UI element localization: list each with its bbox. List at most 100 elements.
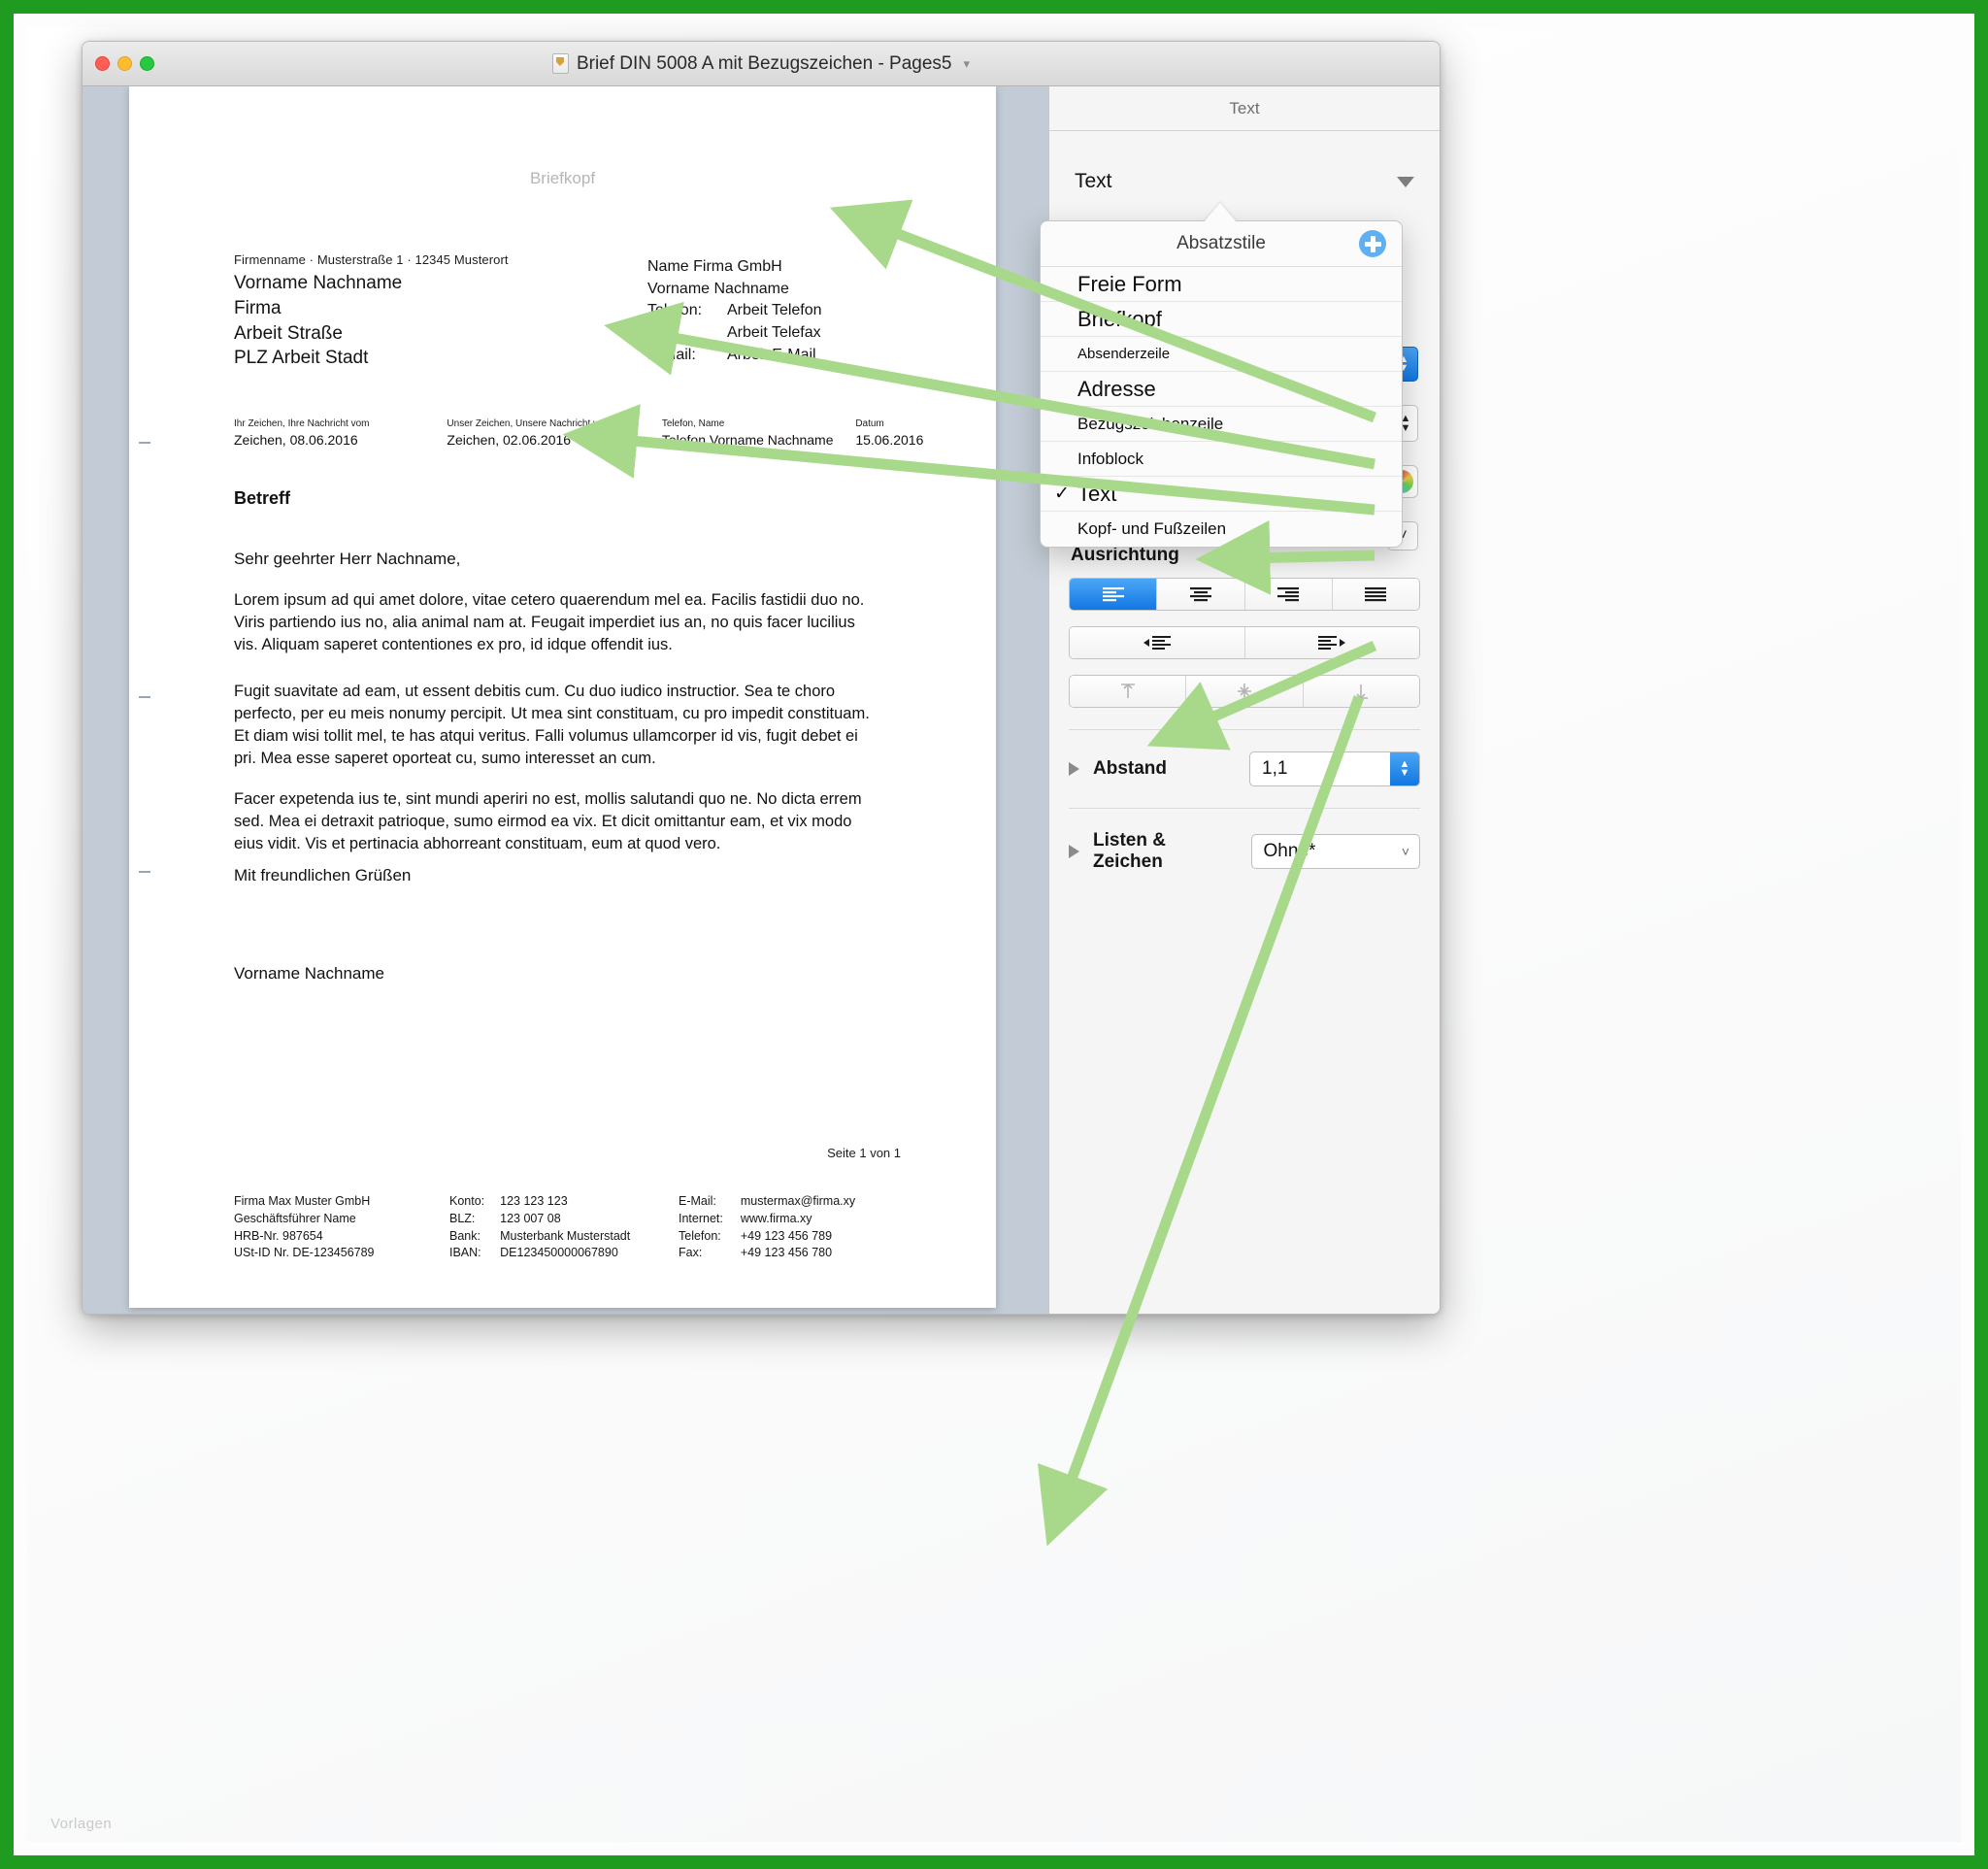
bezug-col-ihr-zeichen: Ihr Zeichen, Ihre Nachricht vom Zeichen,… [234, 417, 447, 449]
paragraph-style-popup-button[interactable]: Text [1069, 160, 1420, 203]
footer-column-contact: E-Mail: Internet: Telefon: Fax: musterma… [679, 1193, 855, 1262]
increase-indent-button[interactable] [1244, 627, 1419, 658]
document-page-indicator[interactable]: Seite 1 von 1 [827, 1146, 901, 1160]
add-style-plus-icon[interactable] [1359, 230, 1386, 257]
footer-c1-line1: Firma Max Muster GmbH [234, 1194, 371, 1208]
checkmark-icon: ✓ [1054, 484, 1070, 504]
infoblock-company: Name Firma GmbH [647, 258, 782, 275]
margin-tick-1 [139, 442, 150, 444]
document-infoblock[interactable]: Name Firma GmbH Vorname Nachname Telefon… [647, 256, 822, 367]
window-titlebar: Brief DIN 5008 A mit Bezugszeichen - Pag… [83, 42, 1440, 86]
inspector-header: Text [1049, 86, 1440, 131]
style-item-briefkopf[interactable]: Briefkopf [1041, 302, 1402, 337]
align-top-button[interactable] [1070, 676, 1187, 707]
document-briefkopf-placeholder[interactable]: Briefkopf [129, 169, 996, 188]
document-subject[interactable]: Betreff [234, 488, 290, 509]
bezug-label-2: Unser Zeichen, Unsere Nachricht vom [447, 418, 612, 429]
document-paragraph-3[interactable]: Facer expetenda ius te, sint mundi aperi… [234, 788, 875, 855]
footer-value-konto: 123 123 123 [500, 1194, 568, 1208]
align-right-button[interactable] [1244, 579, 1333, 610]
infoblock-person: Vorname Nachname [647, 280, 789, 297]
disclosure-triangle-lists-icon[interactable] [1069, 845, 1079, 858]
style-item-bezugszeichenzeile[interactable]: Bezugszeichenzeile [1041, 407, 1402, 442]
style-item-freie-form[interactable]: Freie Form [1041, 267, 1402, 302]
footer-key-konto: Konto: [449, 1194, 485, 1208]
address-line-4: PLZ Arbeit Stadt [234, 348, 369, 369]
spacing-stepper-field[interactable]: 1,1 ▲ ▼ [1249, 751, 1420, 786]
style-item-infoblock[interactable]: Infoblock [1041, 442, 1402, 477]
spacing-value: 1,1 [1262, 758, 1288, 779]
document-body-text[interactable]: Lorem ipsum ad qui amet dolore, vitae ce… [234, 589, 875, 656]
infoblock-value-email: Arbeit E-Mail [727, 346, 816, 363]
inspector-divider-2 [1069, 808, 1420, 809]
footer-c1-line3: HRB-Nr. 987654 [234, 1228, 323, 1243]
bezug-label-1: Ihr Zeichen, Ihre Nachricht vom [234, 418, 370, 429]
decrease-indent-button[interactable] [1070, 627, 1245, 658]
document-page[interactable]: Briefkopf Firmenname · Musterstraße 1 · … [129, 86, 996, 1308]
popover-header: Absatzstile [1041, 221, 1402, 267]
align-justify-button[interactable] [1332, 579, 1419, 610]
disclosure-triangle-icon[interactable] [1069, 762, 1079, 776]
document-icon [551, 53, 569, 74]
address-line-1: Vorname Nachname [234, 273, 403, 293]
spacing-label: Abstand [1093, 758, 1167, 779]
infoblock-key-telefon: Telefon: [647, 302, 703, 319]
style-item-label: Freie Form [1077, 271, 1182, 296]
style-item-label: Infoblock [1077, 449, 1144, 468]
horizontal-alignment-group [1069, 578, 1420, 611]
infoblock-value-fax: Arbeit Telefax [727, 324, 821, 342]
footer-key-telefon: Telefon: [679, 1228, 721, 1243]
title-chevron-down-icon[interactable]: ▾ [964, 56, 971, 72]
vertical-alignment-group [1069, 675, 1420, 708]
footer-c3-values: mustermax@firma.xy www.firma.xy +49 123 … [741, 1193, 855, 1262]
footer-key-blz: BLZ: [449, 1211, 476, 1225]
style-item-text[interactable]: ✓ Text [1041, 477, 1402, 512]
footer-key-internet: Internet: [679, 1211, 723, 1225]
align-bottom-button[interactable] [1303, 676, 1419, 707]
align-left-button[interactable] [1070, 579, 1158, 610]
footer-c2-values: 123 123 123 123 007 08 Musterbank Muster… [500, 1193, 630, 1262]
document-bezugszeichen-row[interactable]: Ihr Zeichen, Ihre Nachricht vom Zeichen,… [234, 417, 972, 449]
document-signature-name[interactable]: Vorname Nachname [234, 964, 384, 984]
chevron-down-icon: ˅ [1401, 844, 1409, 859]
document-sender-line[interactable]: Firmenname · Musterstraße 1 · 12345 Must… [234, 252, 509, 267]
spacing-stepper-icon[interactable]: ▲ ▼ [1390, 752, 1419, 785]
lists-select[interactable]: Ohne* ˅ [1250, 834, 1420, 869]
footer-value-fax: +49 123 456 780 [740, 1246, 833, 1260]
style-item-adresse[interactable]: Adresse [1041, 372, 1402, 407]
document-canvas[interactable]: Briefkopf Firmenname · Musterstraße 1 · … [83, 86, 1048, 1314]
paragraph-style-value: Text [1075, 170, 1112, 192]
bezug-col-datum: Datum 15.06.2016 [855, 417, 972, 449]
infoblock-row-email: E-Mail: Arbeit E-Mail [647, 345, 822, 367]
bezug-value-4: 15.06.2016 [855, 431, 924, 448]
bezug-label-3: Telefon, Name [661, 418, 725, 429]
popover-arrow [1204, 203, 1237, 222]
document-address-block[interactable]: Vorname Nachname Firma Arbeit Straße PLZ… [234, 271, 402, 371]
footer-c3-keys: E-Mail: Internet: Telefon: Fax: [679, 1193, 723, 1262]
margin-tick-3 [139, 871, 150, 873]
align-middle-button[interactable] [1186, 676, 1304, 707]
footer-column-bank: Konto: BLZ: Bank: IBAN: 123 123 123 123 … [449, 1193, 679, 1262]
footer-value-iban: DE123450000067890 [500, 1246, 618, 1260]
style-item-label: Text [1077, 481, 1117, 506]
document-closing[interactable]: Mit freundlichen Grüßen [234, 866, 411, 885]
footer-key-fax: Fax: [679, 1246, 703, 1260]
align-center-button[interactable] [1157, 579, 1245, 610]
inspector-divider-1 [1069, 729, 1420, 730]
style-item-kopf-und-fusszeilen[interactable]: Kopf- und Fußzeilen [1041, 512, 1402, 547]
popover-title: Absatzstile [1176, 233, 1266, 253]
style-item-absenderzeile[interactable]: Absenderzeile [1041, 337, 1402, 372]
footer-value-telefon: +49 123 456 789 [740, 1228, 833, 1243]
document-paragraph-2[interactable]: Fugit suavitate ad eam, ut essent debiti… [234, 681, 875, 770]
document-footer[interactable]: Firma Max Muster GmbH Geschäftsführer Na… [234, 1193, 952, 1262]
lists-label: Listen & Zeichen [1093, 830, 1166, 872]
footer-c2-keys: Konto: BLZ: Bank: IBAN: [449, 1193, 484, 1262]
address-line-3: Arbeit Straße [234, 322, 343, 344]
style-item-label: Adresse [1077, 376, 1156, 401]
infoblock-row-telefon: Telefon: Arbeit Telefon [647, 300, 822, 322]
bezug-col-telefon-name: Telefon, Name Telefon Vorname Nachname [662, 417, 855, 449]
document-salutation[interactable]: Sehr geehrter Herr Nachname, [234, 550, 460, 569]
infoblock-value-telefon: Arbeit Telefon [727, 302, 822, 319]
infoblock-key-email: E-Mail: [647, 346, 696, 363]
footer-key-iban: IBAN: [449, 1246, 481, 1260]
